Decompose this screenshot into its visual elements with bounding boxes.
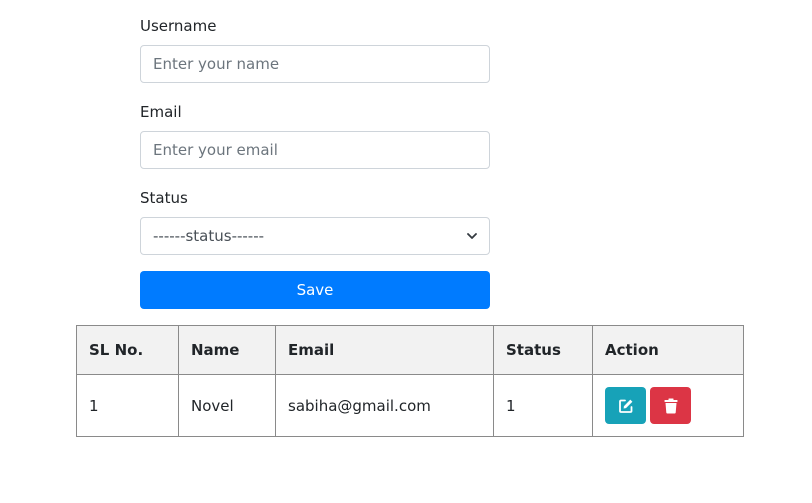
header-sl-no: SL No. [76,325,179,375]
email-input[interactable] [140,131,490,169]
username-label: Username [140,17,217,35]
delete-button[interactable] [650,387,691,424]
header-email: Email [275,325,494,375]
chevron-down-icon [467,231,477,241]
edit-button[interactable] [605,387,646,424]
header-name: Name [178,325,276,375]
row-actions [605,387,731,424]
header-status: Status [493,325,593,375]
cell-sl-no: 1 [76,374,179,437]
status-label: Status [140,189,188,207]
table-header-row: SL No. Name Email Status Action [76,325,744,375]
users-table: SL No. Name Email Status Action 1 Novel … [76,325,744,437]
username-input[interactable] [140,45,490,83]
edit-icon [618,398,634,414]
status-select-value: ------status------ [153,227,265,245]
table-row: 1 Novel sabiha@gmail.com 1 [76,374,744,437]
email-label: Email [140,103,182,121]
cell-name: Novel [178,374,276,437]
cell-action [592,374,744,437]
status-select[interactable]: ------status------ [140,217,490,255]
header-action: Action [592,325,744,375]
cell-email: sabiha@gmail.com [275,374,494,437]
trash-icon [664,398,678,414]
cell-status: 1 [493,374,593,437]
save-button[interactable]: Save [140,271,490,309]
